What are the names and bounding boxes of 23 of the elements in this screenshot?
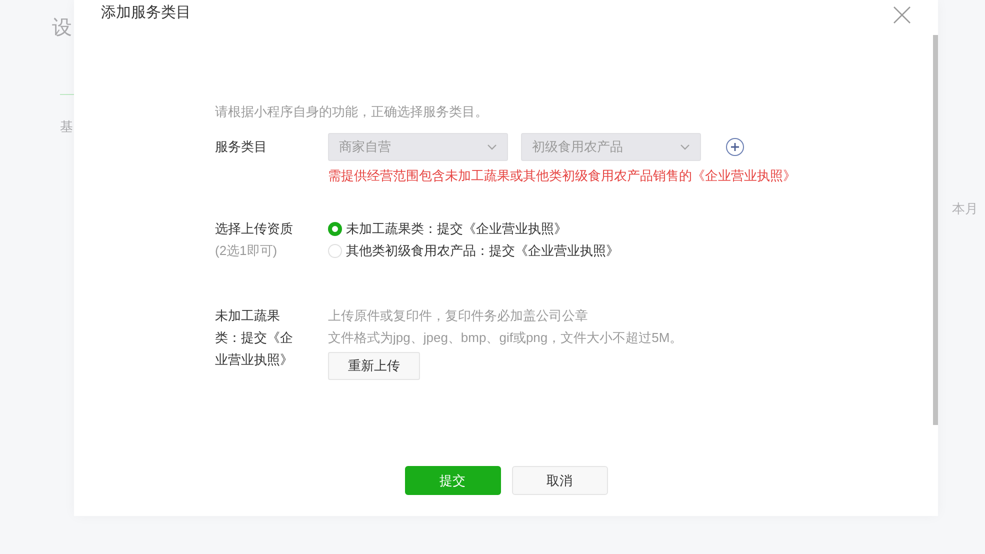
- plus-icon: [730, 142, 740, 152]
- upload-note: 文件格式为jpg、jpeg、bmp、gif或png，文件大小不超过5M。: [328, 329, 683, 347]
- chevron-down-icon: [680, 144, 690, 150]
- radio-option[interactable]: 其他类初级食用农产品：提交《企业营业执照》: [328, 240, 619, 262]
- cancel-button[interactable]: 取消: [512, 466, 608, 495]
- radio-option[interactable]: 未加工蔬果类：提交《企业营业执照》: [328, 218, 619, 240]
- close-icon: [893, 6, 911, 24]
- dialog-title: 添加服务类目: [101, 3, 191, 23]
- field-hint: (2选1即可): [215, 242, 278, 260]
- page-title: 设: [52, 16, 72, 41]
- field-label: 未加工蔬果类：提交《企业营业执照》: [215, 307, 294, 369]
- field-label: 服务类目: [215, 138, 268, 156]
- add-button[interactable]: [726, 138, 744, 156]
- intro-text: 请根据小程序自身的功能，正确选择服务类目。: [215, 103, 489, 121]
- page-text: 本月: [952, 200, 978, 218]
- field-label: 选择上传资质: [215, 220, 294, 238]
- upload-note: 上传原件或复印件，复印件务必加盖公司公章: [328, 307, 589, 325]
- radio-button[interactable]: [328, 222, 342, 236]
- notice-text: 需提供经营范围包含未加工蔬果或其他类初级食用农产品销售的《企业营业执照》: [328, 167, 796, 185]
- page-label: 基: [60, 118, 73, 136]
- reupload-button[interactable]: 重新上传: [328, 352, 420, 380]
- close-button[interactable]: [892, 5, 912, 25]
- chevron-down-icon: [487, 144, 497, 150]
